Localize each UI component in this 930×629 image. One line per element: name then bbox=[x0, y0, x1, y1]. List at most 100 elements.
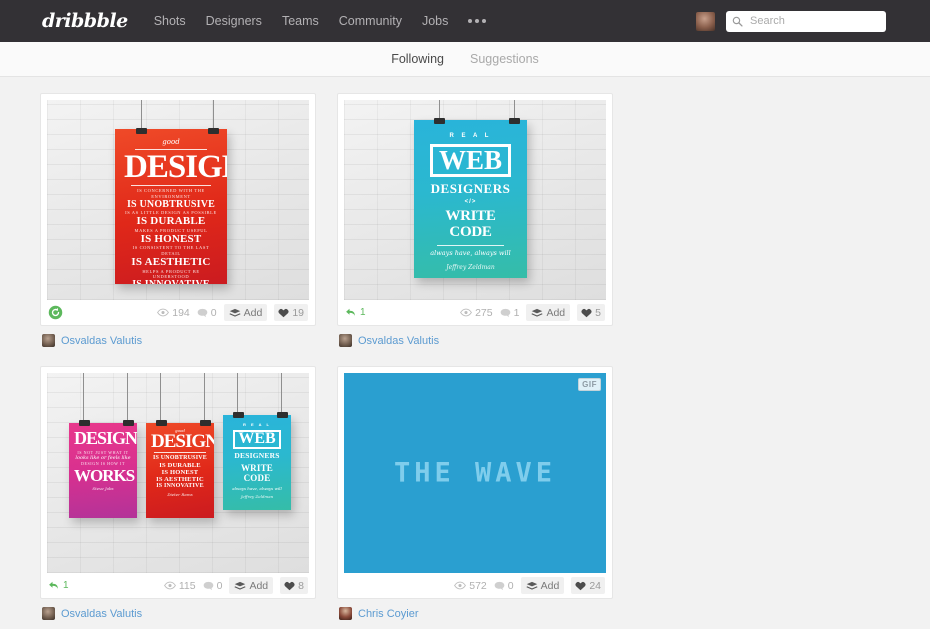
comments-count: 1 bbox=[513, 306, 520, 319]
poster-clip bbox=[233, 412, 244, 418]
nav-teams[interactable]: Teams bbox=[282, 14, 319, 28]
shot-item[interactable]: GIF THE WAVE 572 0 Add 24 Chris Coyier bbox=[337, 366, 613, 620]
add-to-bucket-button[interactable]: Add bbox=[526, 304, 571, 321]
author-avatar[interactable] bbox=[42, 607, 55, 620]
search-icon bbox=[732, 16, 743, 27]
tab-following[interactable]: Following bbox=[391, 52, 444, 66]
author-name[interactable]: Chris Coyier bbox=[358, 608, 419, 620]
shot-stats: 194 0 Add 19 bbox=[47, 300, 309, 325]
rebound-arrow-icon[interactable] bbox=[345, 307, 357, 318]
poster-line: IS AESTHETIC bbox=[131, 255, 211, 268]
shot-card[interactable]: R E A L WEB DESIGNERS </> WRITE CODE alw… bbox=[337, 93, 613, 326]
shot-item[interactable]: R E A L WEB DESIGNERS </> WRITE CODE alw… bbox=[337, 93, 613, 347]
bucket-label: Add bbox=[249, 579, 269, 592]
eye-icon bbox=[157, 308, 170, 317]
heart-icon bbox=[284, 581, 295, 590]
like-button[interactable]: 8 bbox=[280, 577, 308, 594]
poster-tagline: always have, always will bbox=[232, 486, 282, 492]
shot-item[interactable]: DESIGN IS NOT JUST WHAT IT looks like or… bbox=[40, 366, 316, 620]
shot-author[interactable]: Osvaldas Valutis bbox=[40, 326, 316, 347]
author-avatar[interactable] bbox=[339, 607, 352, 620]
like-button[interactable]: 19 bbox=[274, 304, 308, 321]
author-name[interactable]: Osvaldas Valutis bbox=[358, 335, 439, 347]
shots-grid: good DESIGN IS CONCERNED WITH THE ENVIRO… bbox=[0, 77, 930, 629]
rebound-count: 1 bbox=[360, 307, 366, 318]
comments-stat: 0 bbox=[494, 580, 514, 592]
poster-clip bbox=[136, 128, 147, 134]
shot-author[interactable]: Osvaldas Valutis bbox=[40, 599, 316, 620]
poster-clip bbox=[123, 420, 134, 426]
poster-line: IS INNOVATIVE bbox=[124, 279, 218, 284]
poster-clip bbox=[277, 412, 288, 418]
sub-navigation-tabs: Following Suggestions bbox=[0, 42, 930, 77]
add-to-bucket-button[interactable]: Add bbox=[520, 577, 565, 594]
nav-shots[interactable]: Shots bbox=[154, 14, 186, 28]
poster-subline: IS NOT JUST WHAT IT bbox=[77, 449, 129, 455]
poster-signature: Jeffrey Zeldman bbox=[240, 494, 274, 500]
views-stat: 572 bbox=[454, 580, 487, 592]
poster-subline: IS AS LITTLE DESIGN AS POSSIBLE bbox=[125, 210, 217, 216]
shot-card[interactable]: good DESIGN IS CONCERNED WITH THE ENVIRO… bbox=[40, 93, 316, 326]
add-to-bucket-button[interactable]: Add bbox=[229, 577, 274, 594]
more-dots-icon[interactable] bbox=[468, 19, 487, 23]
avatar[interactable] bbox=[696, 11, 715, 31]
tab-suggestions[interactable]: Suggestions bbox=[470, 52, 539, 66]
shot-card[interactable]: GIF THE WAVE 572 0 Add 24 bbox=[337, 366, 613, 599]
shot-card[interactable]: DESIGN IS NOT JUST WHAT IT looks like or… bbox=[40, 366, 316, 599]
author-name[interactable]: Osvaldas Valutis bbox=[61, 608, 142, 620]
views-count: 275 bbox=[475, 306, 493, 319]
dribbble-logo[interactable]: dribbble bbox=[42, 10, 128, 32]
poster-red-design: good DESIGN IS CONCERNED WITH THE ENVIRO… bbox=[115, 129, 227, 284]
shot-author[interactable]: Osvaldas Valutis bbox=[337, 326, 613, 347]
poster-clip bbox=[79, 420, 90, 426]
poster-wire bbox=[281, 373, 282, 415]
poster-line: IS UNOBTRUSIVE bbox=[153, 455, 207, 462]
poster-wire bbox=[237, 373, 238, 415]
author-avatar[interactable] bbox=[42, 334, 55, 347]
poster-line: DESIGNERS bbox=[234, 450, 280, 460]
views-stat: 275 bbox=[460, 307, 493, 319]
poster-signature: Jeffrey Zeldman bbox=[446, 264, 495, 272]
poster-kicker: good bbox=[162, 138, 180, 146]
comments-stat: 1 bbox=[500, 306, 520, 319]
rebound-refresh-icon[interactable] bbox=[48, 305, 63, 320]
poster-line: IS DURABLE bbox=[159, 461, 201, 469]
poster-red-design: good DESIGN IS UNOBTRUSIVE IS DURABLE IS… bbox=[146, 423, 214, 518]
poster-line: IS DURABLE bbox=[136, 215, 206, 228]
shot-stats: 1 275 1 Add 5 bbox=[344, 300, 606, 325]
author-avatar[interactable] bbox=[339, 334, 352, 347]
bucket-label: Add bbox=[243, 306, 263, 319]
poster-subline: HELPS A PRODUCT BE UNDERSTOOD bbox=[142, 268, 200, 280]
search-box[interactable] bbox=[726, 10, 886, 32]
views-count: 115 bbox=[178, 579, 196, 592]
comment-bubble-icon bbox=[203, 581, 213, 590]
poster-line: IS HONEST bbox=[140, 232, 202, 245]
like-button[interactable]: 24 bbox=[571, 577, 605, 594]
comments-count: 0 bbox=[216, 579, 223, 592]
add-to-bucket-button[interactable]: Add bbox=[223, 304, 268, 321]
search-input[interactable] bbox=[748, 14, 880, 28]
poster-line: IS INNOVATIVE bbox=[156, 482, 204, 489]
shot-thumbnail[interactable]: GIF THE WAVE bbox=[344, 373, 606, 573]
nav-designers[interactable]: Designers bbox=[206, 14, 262, 28]
views-count: 194 bbox=[172, 306, 190, 319]
author-name[interactable]: Osvaldas Valutis bbox=[61, 335, 142, 347]
shot-thumbnail[interactable]: R E A L WEB DESIGNERS </> WRITE CODE alw… bbox=[344, 100, 606, 300]
views-stat: 115 bbox=[163, 579, 196, 592]
nav-jobs[interactable]: Jobs bbox=[422, 14, 448, 28]
poster-teal-web: R E A L WEB DESIGNERS </> WRITE CODE alw… bbox=[414, 120, 527, 278]
poster-signature: Dieter Rams bbox=[167, 492, 193, 498]
shot-author[interactable]: Chris Coyier bbox=[337, 599, 613, 620]
poster-line: IS HONEST bbox=[161, 468, 199, 476]
shot-thumbnail[interactable]: DESIGN IS NOT JUST WHAT IT looks like or… bbox=[47, 373, 309, 573]
heart-icon bbox=[278, 308, 289, 317]
poster-subline: IS CONCERNED WITH THE ENVIRONMENT bbox=[137, 188, 205, 199]
shot-item[interactable]: good DESIGN IS CONCERNED WITH THE ENVIRO… bbox=[40, 93, 316, 347]
rebound-arrow-icon[interactable] bbox=[48, 580, 60, 591]
poster-teal-web: R E A L WEB DESIGNERS WRITE CODE always … bbox=[223, 415, 291, 510]
poster-clip bbox=[509, 118, 520, 124]
shot-thumbnail[interactable]: good DESIGN IS CONCERNED WITH THE ENVIRO… bbox=[47, 100, 309, 300]
like-button[interactable]: 5 bbox=[577, 304, 605, 321]
likes-count: 19 bbox=[292, 306, 304, 319]
nav-community[interactable]: Community bbox=[339, 14, 402, 28]
